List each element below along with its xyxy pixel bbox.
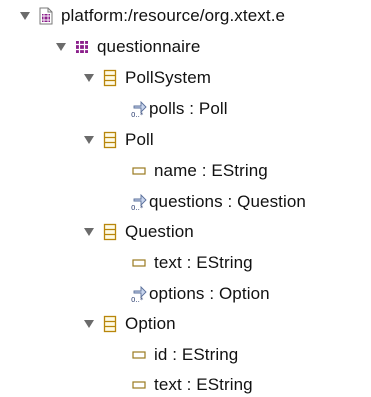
tree-item-label: Option — [125, 314, 176, 333]
tree-item-label: Question — [125, 222, 194, 241]
tree-item-label: Poll — [125, 130, 154, 149]
tree-item-resource[interactable]: platform:/resource/org.xtext.e — [18, 4, 285, 28]
tree-item-label: questionnaire — [97, 37, 201, 56]
tree-item-label: platform:/resource/org.xtext.e — [61, 6, 286, 25]
attribute-icon — [130, 254, 148, 272]
tree-item-label: text : EString — [154, 375, 253, 394]
attribute-icon — [130, 162, 148, 180]
tree-item-label: name : EString — [154, 161, 268, 180]
tree-item-feature[interactable]: id : EString — [130, 343, 238, 367]
tree-item-feature[interactable]: name : EString — [130, 159, 268, 183]
ecore-tree-view: platform:/resource/org.xtext.e questionn… — [0, 0, 371, 395]
tree-item-class-pollsystem[interactable]: PollSystem — [82, 66, 211, 90]
tree-item-label: questions : Question — [149, 192, 306, 211]
svg-text:0..*: 0..* — [131, 296, 144, 303]
tree-item-feature[interactable]: text : EString — [130, 251, 253, 275]
expand-triangle-icon[interactable] — [82, 71, 96, 85]
tree-item-package[interactable]: questionnaire — [54, 35, 200, 59]
tree-item-feature[interactable]: 0..* polls : Poll — [130, 97, 228, 121]
svg-text:0..*: 0..* — [131, 111, 144, 118]
tree-item-feature[interactable]: 0..* questions : Question — [130, 190, 306, 214]
eclass-icon — [101, 315, 119, 333]
resource-icon — [37, 7, 55, 25]
tree-item-label: options : Option — [149, 284, 270, 303]
tree-item-label: text : EString — [154, 253, 253, 272]
svg-text:0..*: 0..* — [131, 204, 144, 211]
expand-triangle-icon[interactable] — [18, 9, 32, 23]
tree-item-label: polls : Poll — [149, 99, 228, 118]
expand-triangle-icon[interactable] — [82, 225, 96, 239]
tree-item-feature[interactable]: 0..* options : Option — [130, 282, 270, 306]
eclass-icon — [101, 223, 119, 241]
tree-item-label: id : EString — [154, 345, 239, 364]
tree-item-label: PollSystem — [125, 68, 212, 87]
package-icon — [73, 38, 91, 56]
attribute-icon — [130, 346, 148, 364]
reference-icon: 0..* — [130, 193, 148, 211]
expand-triangle-icon[interactable] — [82, 317, 96, 331]
tree-item-class-question[interactable]: Question — [82, 220, 194, 244]
tree-item-class-option[interactable]: Option — [82, 312, 176, 336]
expand-triangle-icon[interactable] — [54, 40, 68, 54]
expand-triangle-icon[interactable] — [82, 133, 96, 147]
tree-item-class-poll[interactable]: Poll — [82, 128, 154, 152]
reference-icon: 0..* — [130, 285, 148, 303]
eclass-icon — [101, 69, 119, 87]
eclass-icon — [101, 131, 119, 149]
tree-item-feature[interactable]: text : EString — [130, 373, 253, 397]
attribute-icon — [130, 376, 148, 394]
reference-icon: 0..* — [130, 100, 148, 118]
